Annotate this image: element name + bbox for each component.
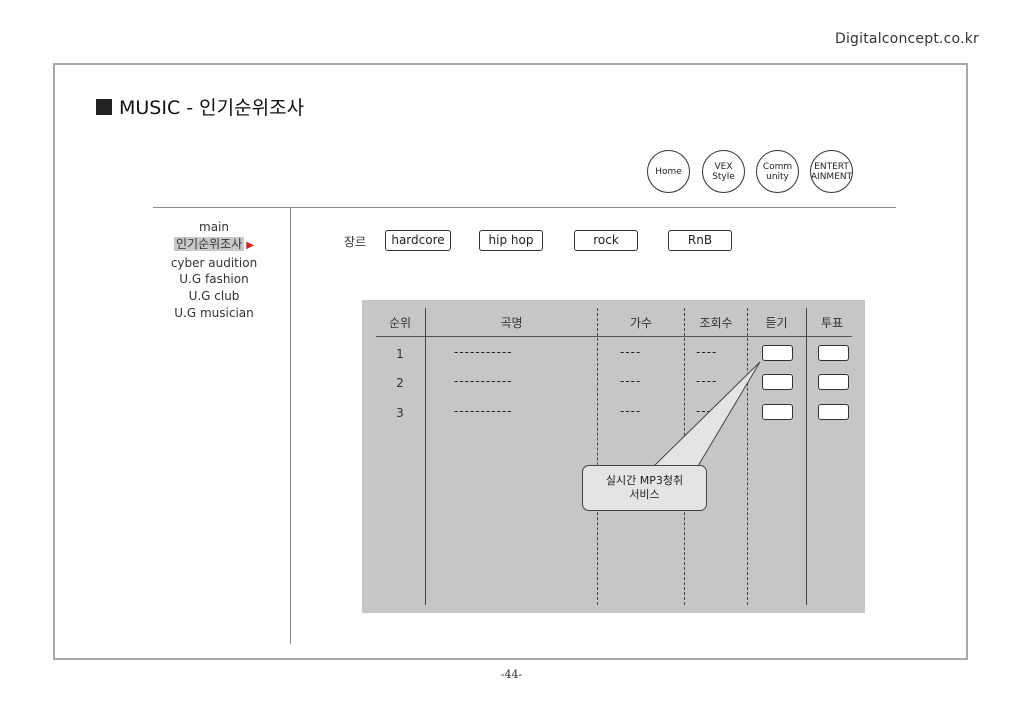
callout-pointer xyxy=(652,361,761,467)
page-number: -44- xyxy=(500,668,523,681)
mp3-streaming-callout: 실시간 MP3청취 서비스 xyxy=(582,465,707,511)
callout-text: 실시간 MP3청취 서비스 xyxy=(605,474,684,501)
